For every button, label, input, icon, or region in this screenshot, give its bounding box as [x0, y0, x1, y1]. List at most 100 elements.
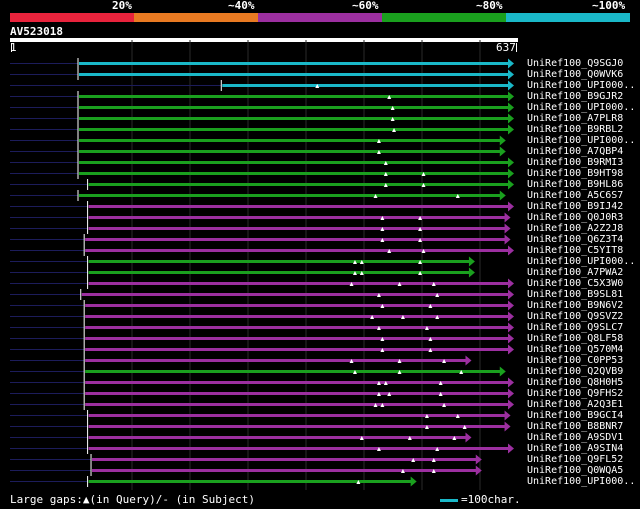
hit-alignment [10, 443, 514, 454]
legend-label-40: ~40% [228, 0, 255, 12]
hit-label[interactable]: UniRef100_A5C6S7 [527, 190, 639, 201]
hit-row[interactable]: UniRef100_Q8H0H5 [0, 377, 640, 388]
hit-label[interactable]: UniRef100_Q6Z3T4 [527, 234, 639, 245]
hit-label[interactable]: UniRef100_A2Q3E1 [527, 399, 639, 410]
hit-row[interactable]: UniRef100_Q0WVK6 [0, 69, 640, 80]
hit-label[interactable]: UniRef100_B9SL81 [527, 289, 639, 300]
hit-row[interactable]: UniRef100_Q0J0R3 [0, 212, 640, 223]
hit-row[interactable]: UniRef100_B9RBL2 [0, 124, 640, 135]
hit-bar [88, 282, 510, 285]
hit-arrowhead [504, 410, 511, 421]
hit-bar [79, 62, 509, 65]
hit-label[interactable]: UniRef100_Q2QVB9 [527, 366, 639, 377]
hit-row[interactable]: UniRef100_Q9SVZ2 [0, 311, 640, 322]
hit-row[interactable]: UniRef100_C5YIT8 [0, 245, 640, 256]
hit-label[interactable]: UniRef100_UPI000.. [527, 102, 639, 113]
hit-row[interactable]: UniRef100_Q9FHS2 [0, 388, 640, 399]
hit-label[interactable]: UniRef100_UPI000.. [527, 256, 639, 267]
hit-row[interactable]: UniRef100_B9HT98 [0, 168, 640, 179]
hit-row[interactable]: UniRef100_B9RMI3 [0, 157, 640, 168]
hit-label[interactable]: UniRef100_UPI000.. [527, 80, 639, 91]
hit-alignment [10, 168, 514, 179]
identity-color-segment [10, 13, 134, 22]
hit-row[interactable]: UniRef100_B9N6V2 [0, 300, 640, 311]
hit-alignment [10, 135, 506, 146]
hit-label[interactable]: UniRef100_Q9SLC7 [527, 322, 639, 333]
hit-label[interactable]: UniRef100_A7PLR8 [527, 113, 639, 124]
hit-arrowhead [475, 465, 482, 476]
hit-label[interactable]: UniRef100_B8BNR7 [527, 421, 639, 432]
hit-row[interactable]: UniRef100_Q0WQA5 [0, 465, 640, 476]
hit-label[interactable]: UniRef100_B9RBL2 [527, 124, 639, 135]
hit-label[interactable]: UniRef100_Q8LF58 [527, 333, 639, 344]
hit-row[interactable]: UniRef100_A5C6S7 [0, 190, 640, 201]
hit-alignment [10, 289, 514, 300]
hit-row[interactable]: UniRef100_UPI000.. [0, 102, 640, 113]
hit-row[interactable]: UniRef100_A9SIN4 [0, 443, 640, 454]
hit-arrowhead [508, 69, 514, 80]
hit-row[interactable]: UniRef100_Q570M4 [0, 344, 640, 355]
hit-row[interactable]: UniRef100_Q6Z3T4 [0, 234, 640, 245]
hit-label[interactable]: UniRef100_Q0J0R3 [527, 212, 639, 223]
scale-bar [440, 499, 458, 502]
hit-label[interactable]: UniRef100_Q0WQA5 [527, 465, 639, 476]
hit-row[interactable]: UniRef100_B9SL81 [0, 289, 640, 300]
hit-row[interactable]: UniRef100_A7PLR8 [0, 113, 640, 124]
hit-row[interactable]: UniRef100_Q2QVB9 [0, 366, 640, 377]
hit-row[interactable]: UniRef100_A2Z2J8 [0, 223, 640, 234]
hit-label[interactable]: UniRef100_A9SIN4 [527, 443, 639, 454]
hit-label[interactable]: UniRef100_B9GCI4 [527, 410, 639, 421]
hit-label[interactable]: UniRef100_A7PWA2 [527, 267, 639, 278]
hit-alignment [10, 388, 514, 399]
hit-label[interactable]: UniRef100_UPI000.. [527, 135, 639, 146]
hit-label[interactable]: UniRef100_B9IJ42 [527, 201, 639, 212]
hit-label[interactable]: UniRef100_A7QBP4 [527, 146, 639, 157]
hit-row[interactable]: UniRef100_B9HL86 [0, 179, 640, 190]
hit-row[interactable]: UniRef100_A9SDV1 [0, 432, 640, 443]
hit-arrowhead [508, 168, 514, 179]
hit-row[interactable]: UniRef100_A7QBP4 [0, 146, 640, 157]
hit-row[interactable]: UniRef100_C5X3W0 [0, 278, 640, 289]
hit-arrowhead [508, 58, 514, 69]
hit-row[interactable]: UniRef100_Q9FL52 [0, 454, 640, 465]
hit-label[interactable]: UniRef100_A2Z2J8 [527, 223, 639, 234]
hit-row[interactable]: UniRef100_Q8LF58 [0, 333, 640, 344]
hit-label[interactable]: UniRef100_Q9SVZ2 [527, 311, 639, 322]
hit-row[interactable]: UniRef100_UPI000.. [0, 476, 640, 487]
hit-row[interactable]: UniRef100_B9GJR2 [0, 91, 640, 102]
hit-label[interactable]: UniRef100_B9GJR2 [527, 91, 639, 102]
hit-alignment [10, 234, 511, 245]
hit-label[interactable]: UniRef100_A9SDV1 [527, 432, 639, 443]
hit-row[interactable]: UniRef100_A2Q3E1 [0, 399, 640, 410]
hit-bar [85, 249, 510, 252]
hit-label[interactable]: UniRef100_Q9FL52 [527, 454, 639, 465]
hit-label[interactable]: UniRef100_B9HT98 [527, 168, 639, 179]
hit-arrowhead [508, 311, 514, 322]
hit-label[interactable]: UniRef100_C0PP53 [527, 355, 639, 366]
hit-row[interactable]: UniRef100_A7PWA2 [0, 267, 640, 278]
hit-label[interactable]: UniRef100_B9N6V2 [527, 300, 639, 311]
hit-row[interactable]: UniRef100_UPI000.. [0, 80, 640, 91]
hit-bar [79, 73, 509, 76]
hit-row[interactable]: UniRef100_C0PP53 [0, 355, 640, 366]
hit-row[interactable]: UniRef100_Q9SGJ0 [0, 58, 640, 69]
hit-row[interactable]: UniRef100_B9IJ42 [0, 201, 640, 212]
hit-label[interactable]: UniRef100_Q9FHS2 [527, 388, 639, 399]
hit-label[interactable]: UniRef100_UPI000.. [527, 476, 639, 487]
hit-label[interactable]: UniRef100_Q570M4 [527, 344, 639, 355]
hit-label[interactable]: UniRef100_B9HL86 [527, 179, 639, 190]
hit-label[interactable]: UniRef100_C5YIT8 [527, 245, 639, 256]
hit-label[interactable]: UniRef100_B9RMI3 [527, 157, 639, 168]
hit-row[interactable]: UniRef100_Q9SLC7 [0, 322, 640, 333]
hit-label[interactable]: UniRef100_Q8H0H5 [527, 377, 639, 388]
hit-alignment [10, 311, 514, 322]
hit-label[interactable]: UniRef100_Q0WVK6 [527, 69, 639, 80]
hit-row[interactable]: UniRef100_UPI000.. [0, 256, 640, 267]
hit-row[interactable]: UniRef100_B9GCI4 [0, 410, 640, 421]
hit-label[interactable]: UniRef100_Q9SGJ0 [527, 58, 639, 69]
hit-arrowhead [508, 388, 514, 399]
hit-row[interactable]: UniRef100_B8BNR7 [0, 421, 640, 432]
hit-row[interactable]: UniRef100_UPI000.. [0, 135, 640, 146]
legend-label-100: ~100% [592, 0, 626, 12]
hit-label[interactable]: UniRef100_C5X3W0 [527, 278, 639, 289]
